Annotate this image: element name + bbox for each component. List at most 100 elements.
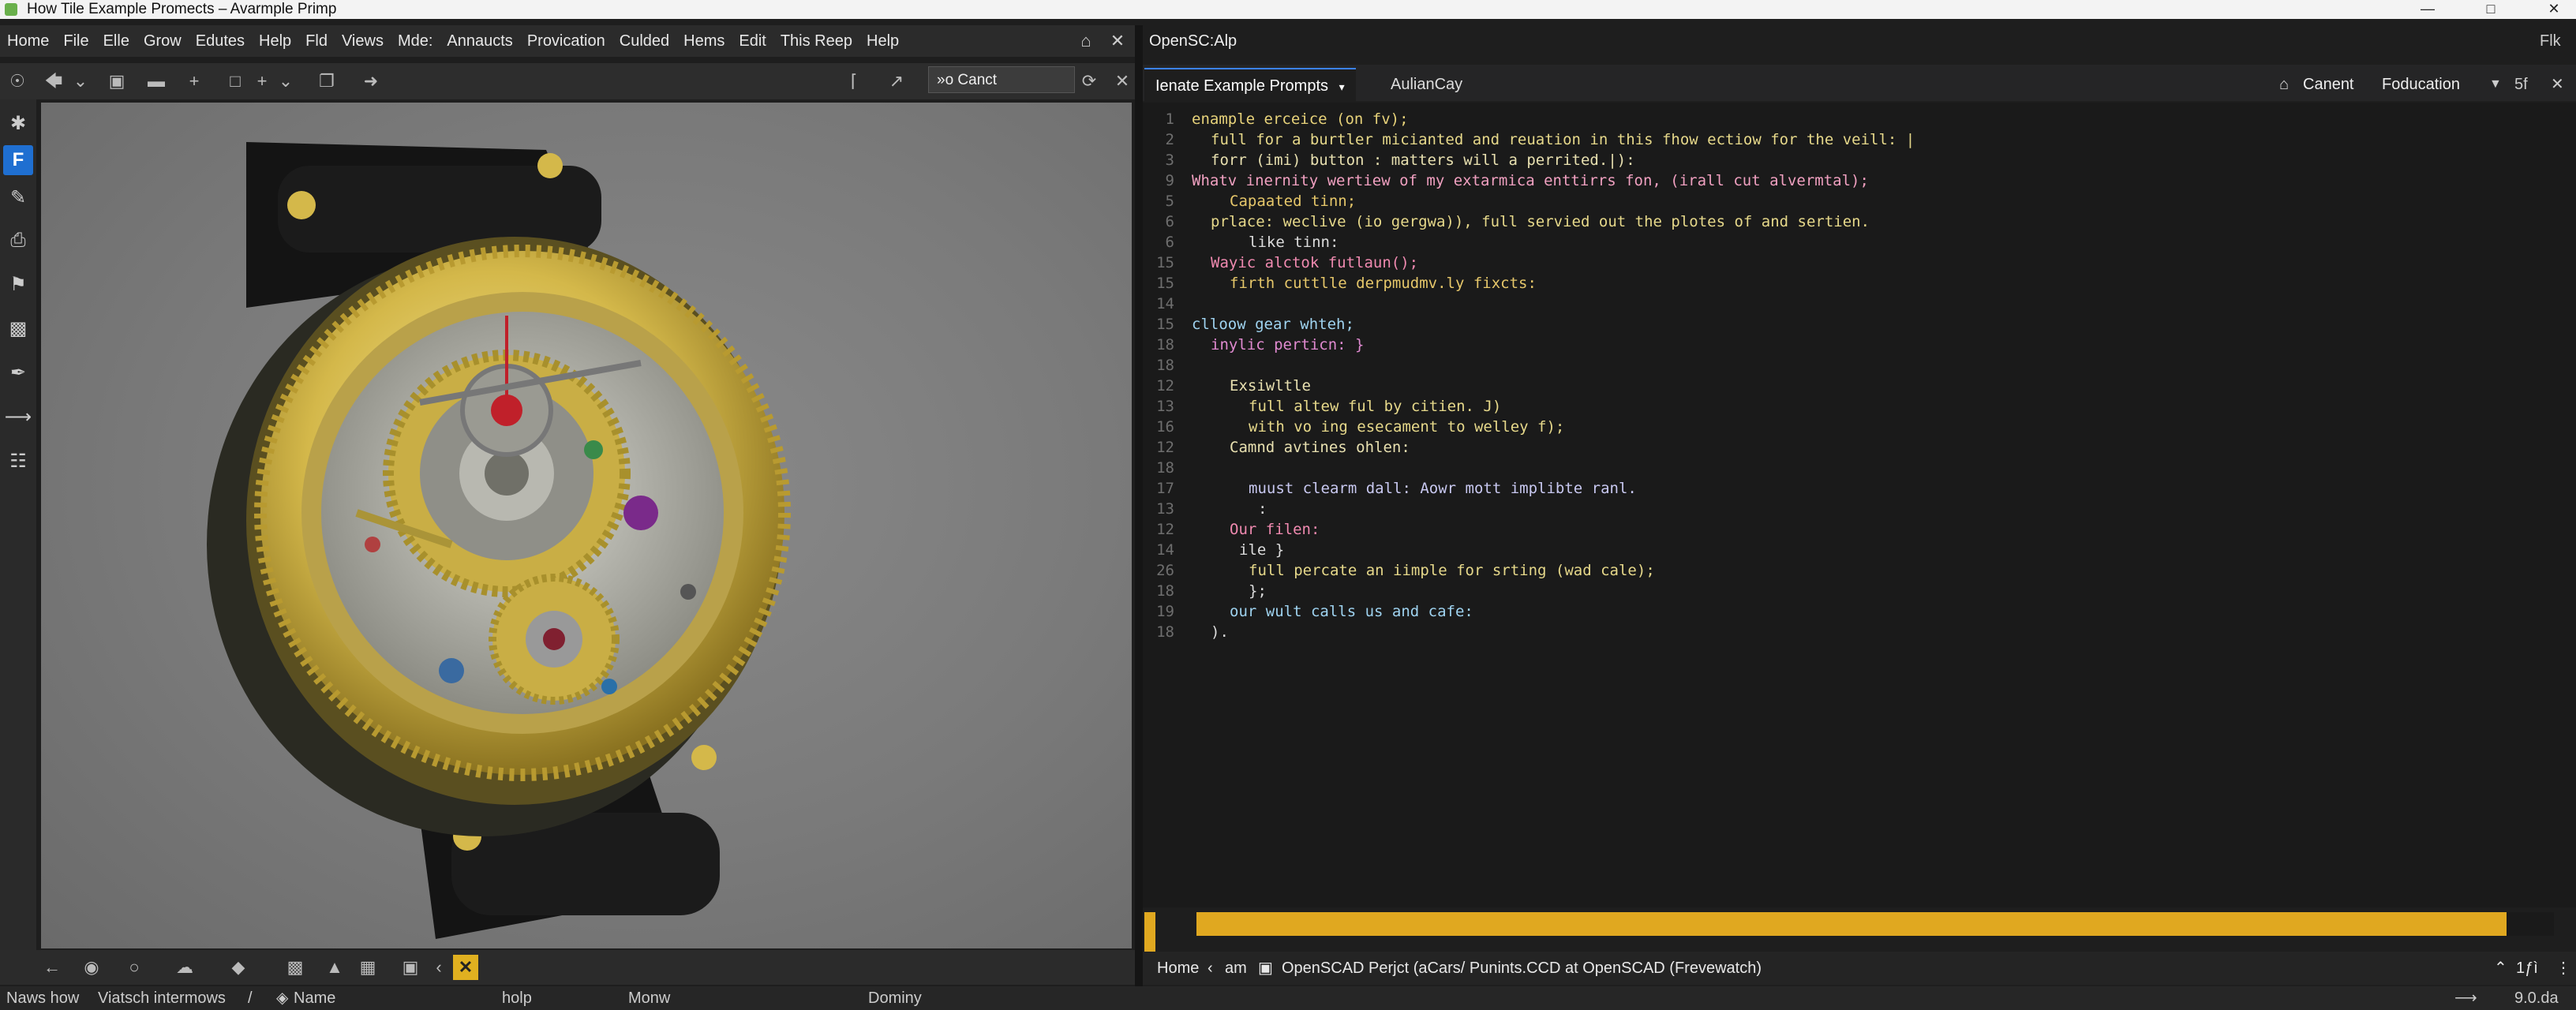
menu-elle[interactable]: Elle bbox=[96, 25, 137, 57]
tab-example-prompts[interactable]: Ienate Example Prompts ▾ bbox=[1144, 68, 1356, 103]
flag-icon[interactable]: ⚑ bbox=[3, 270, 33, 300]
code-line[interactable]: 18). bbox=[1143, 622, 1229, 642]
compass-icon[interactable]: ⌈ bbox=[840, 63, 868, 99]
camera-icon[interactable]: ◉ bbox=[76, 950, 107, 985]
code-line[interactable]: 19 our wult calls us and cafe: bbox=[1143, 601, 1473, 622]
menu-edit[interactable]: Edit bbox=[732, 25, 773, 57]
frame-icon[interactable]: □ bbox=[221, 63, 249, 99]
menu-home[interactable]: Home bbox=[0, 25, 56, 57]
menu-grow[interactable]: Grow bbox=[137, 25, 189, 57]
layers-icon[interactable]: ▣ bbox=[103, 63, 131, 99]
chevron-down-icon-4[interactable]: ▼ bbox=[2489, 68, 2502, 101]
code-line[interactable]: 15 firth cuttlle derpmudmv.ly fixcts: bbox=[1143, 273, 1537, 294]
code-line[interactable]: 14 bbox=[1143, 294, 1192, 314]
code-line[interactable]: 13: bbox=[1143, 499, 1267, 519]
close-tab-icon[interactable]: ✕ bbox=[2551, 68, 2564, 101]
pane-splitter[interactable] bbox=[1135, 25, 1143, 988]
code-line[interactable]: 18}; bbox=[1143, 581, 1267, 601]
view-icon[interactable]: ◆ bbox=[223, 950, 254, 985]
menu-help-2[interactable]: Help bbox=[859, 25, 906, 57]
save-icon[interactable]: ▩ bbox=[279, 950, 311, 985]
chevron-down-icon[interactable]: ⌄ bbox=[66, 63, 95, 99]
menu-edutes[interactable]: Edutes bbox=[189, 25, 252, 57]
code-line[interactable]: 26 full percate an iimple for srting (wad… bbox=[1143, 560, 1655, 581]
printer-icon[interactable]: ⎙ bbox=[3, 226, 33, 256]
menu-help[interactable]: Help bbox=[252, 25, 298, 57]
code-line[interactable]: 3 forr (imi) button : matters will a perr… bbox=[1143, 150, 1635, 170]
foducation-button[interactable]: Foducation bbox=[2382, 68, 2460, 101]
menu-this-reep[interactable]: This Reep bbox=[773, 25, 859, 57]
warning-close-icon[interactable]: ✕ bbox=[453, 955, 478, 980]
cloud-icon[interactable]: ☁ bbox=[169, 950, 200, 985]
menu-culded[interactable]: Culded bbox=[612, 25, 676, 57]
chevron-up-icon[interactable]: ⌃ bbox=[2494, 952, 2507, 985]
menu-mde[interactable]: Mde: bbox=[391, 25, 440, 57]
code-line[interactable]: 6 like tinn: bbox=[1143, 232, 1339, 252]
code-line[interactable]: 13 full altew ful by citien. J) bbox=[1143, 396, 1501, 417]
bottom-item-a[interactable]: Naws how bbox=[6, 986, 79, 1010]
minimize-button[interactable]: — bbox=[2410, 0, 2445, 19]
home-icon-2[interactable]: ⌂ bbox=[2279, 68, 2289, 101]
clear-icon[interactable]: ✕ bbox=[1108, 63, 1136, 99]
back-icon[interactable]: 🡄 bbox=[39, 63, 68, 99]
triangle-icon[interactable]: ▲ bbox=[319, 950, 350, 985]
stamp-icon[interactable]: ▩ bbox=[3, 314, 33, 344]
menu-provication[interactable]: Provication bbox=[520, 25, 612, 57]
arrow-left-icon-2[interactable]: ← bbox=[36, 950, 68, 985]
zoom-label[interactable]: 5f bbox=[2514, 68, 2528, 101]
export-icon[interactable]: ↗ bbox=[882, 63, 911, 99]
status-menu-icon[interactable]: ⋮ bbox=[2555, 952, 2571, 985]
refresh-icon[interactable]: ⟳ bbox=[1075, 63, 1103, 99]
box-icon[interactable]: ▬ bbox=[142, 63, 170, 99]
bottom-item-b[interactable]: Viatsch intermows bbox=[98, 986, 226, 1010]
add-icon[interactable]: + bbox=[180, 63, 208, 99]
code-line[interactable]: 14 ile } bbox=[1143, 540, 1284, 560]
chevron-left-icon[interactable]: ‹ bbox=[423, 950, 455, 985]
code-line[interactable]: 18 bbox=[1143, 458, 1192, 478]
code-line[interactable]: 12 Exsiwltle bbox=[1143, 376, 1311, 396]
menu-views[interactable]: Views bbox=[335, 25, 391, 57]
code-line[interactable]: 1 enample erceice (on fv); bbox=[1143, 109, 1409, 129]
menu-fld[interactable]: Fld bbox=[298, 25, 335, 57]
code-line[interactable]: 15 clloow gear whteh; bbox=[1143, 314, 1354, 335]
canent-button[interactable]: Canent bbox=[2303, 68, 2354, 101]
grid-icon[interactable]: ▦ bbox=[352, 950, 384, 985]
code-line[interactable]: 17 muust clearm dall: Aowr mott implibte … bbox=[1143, 478, 1637, 499]
code-line[interactable]: 16 with vo ing esecament to welley f); bbox=[1143, 417, 1564, 437]
circle-icon[interactable]: ○ bbox=[118, 950, 150, 985]
close-window-button[interactable]: ✕ bbox=[2537, 0, 2571, 19]
tab-auliancay[interactable]: AulianCay bbox=[1380, 68, 1473, 101]
copy-icon[interactable]: ❐ bbox=[313, 63, 341, 99]
brush-icon[interactable]: ✒ bbox=[3, 358, 33, 388]
code-line[interactable]: 12 Our filen: bbox=[1143, 519, 1320, 540]
code-line[interactable]: 6 prlace: weclive (io gergwa)), full serv… bbox=[1143, 211, 1870, 232]
bottom-item-e[interactable]: Monw bbox=[628, 986, 670, 1010]
clipboard-icon[interactable]: ☷ bbox=[3, 447, 33, 477]
status-home[interactable]: Home bbox=[1157, 952, 1199, 985]
chevron-left-icon-2[interactable]: ‹ bbox=[1208, 952, 1213, 985]
code-line[interactable]: 18 inylic perticn: } bbox=[1143, 335, 1364, 355]
3d-viewport[interactable] bbox=[41, 103, 1132, 948]
code-line[interactable]: 9 Whatv inernity wertiew of my extarmica … bbox=[1143, 170, 1869, 191]
code-line[interactable]: 5 Capaated tinn; bbox=[1143, 191, 1357, 211]
menu-file[interactable]: File bbox=[56, 25, 95, 57]
font-icon[interactable]: F bbox=[3, 145, 33, 175]
menu-hems[interactable]: Hems bbox=[676, 25, 732, 57]
bottom-item-f[interactable]: Dominy bbox=[868, 986, 922, 1010]
maximize-button[interactable]: □ bbox=[2473, 0, 2508, 19]
arrow-left-icon[interactable]: ➜ bbox=[357, 63, 385, 99]
measure-icon[interactable]: ⟶ bbox=[3, 402, 33, 432]
code-line[interactable]: 18 bbox=[1143, 355, 1192, 376]
search-input[interactable]: »o Canct bbox=[928, 66, 1075, 93]
pen-icon[interactable]: ✎ bbox=[3, 183, 33, 213]
close-icon[interactable]: ✕ bbox=[1102, 25, 1133, 57]
bottom-item-c[interactable]: Name bbox=[294, 986, 335, 1010]
home-icon[interactable]: ⌂ bbox=[1070, 25, 1102, 57]
code-editor[interactable]: 1 enample erceice (on fv); 2 full for a bur… bbox=[1143, 103, 2576, 907]
chevron-down-icon-3[interactable]: ▾ bbox=[1339, 80, 1345, 93]
code-line[interactable]: 12 Camnd avtines ohlen: bbox=[1143, 437, 1410, 458]
code-line[interactable]: 2 full for a burtler micianted and reuati… bbox=[1143, 129, 1915, 150]
bottom-item-d[interactable]: holp bbox=[502, 986, 532, 1010]
code-line[interactable]: 15 Wayic alctok futlaun(); bbox=[1143, 252, 1418, 273]
reset-view-icon[interactable]: ☉ bbox=[3, 63, 32, 99]
